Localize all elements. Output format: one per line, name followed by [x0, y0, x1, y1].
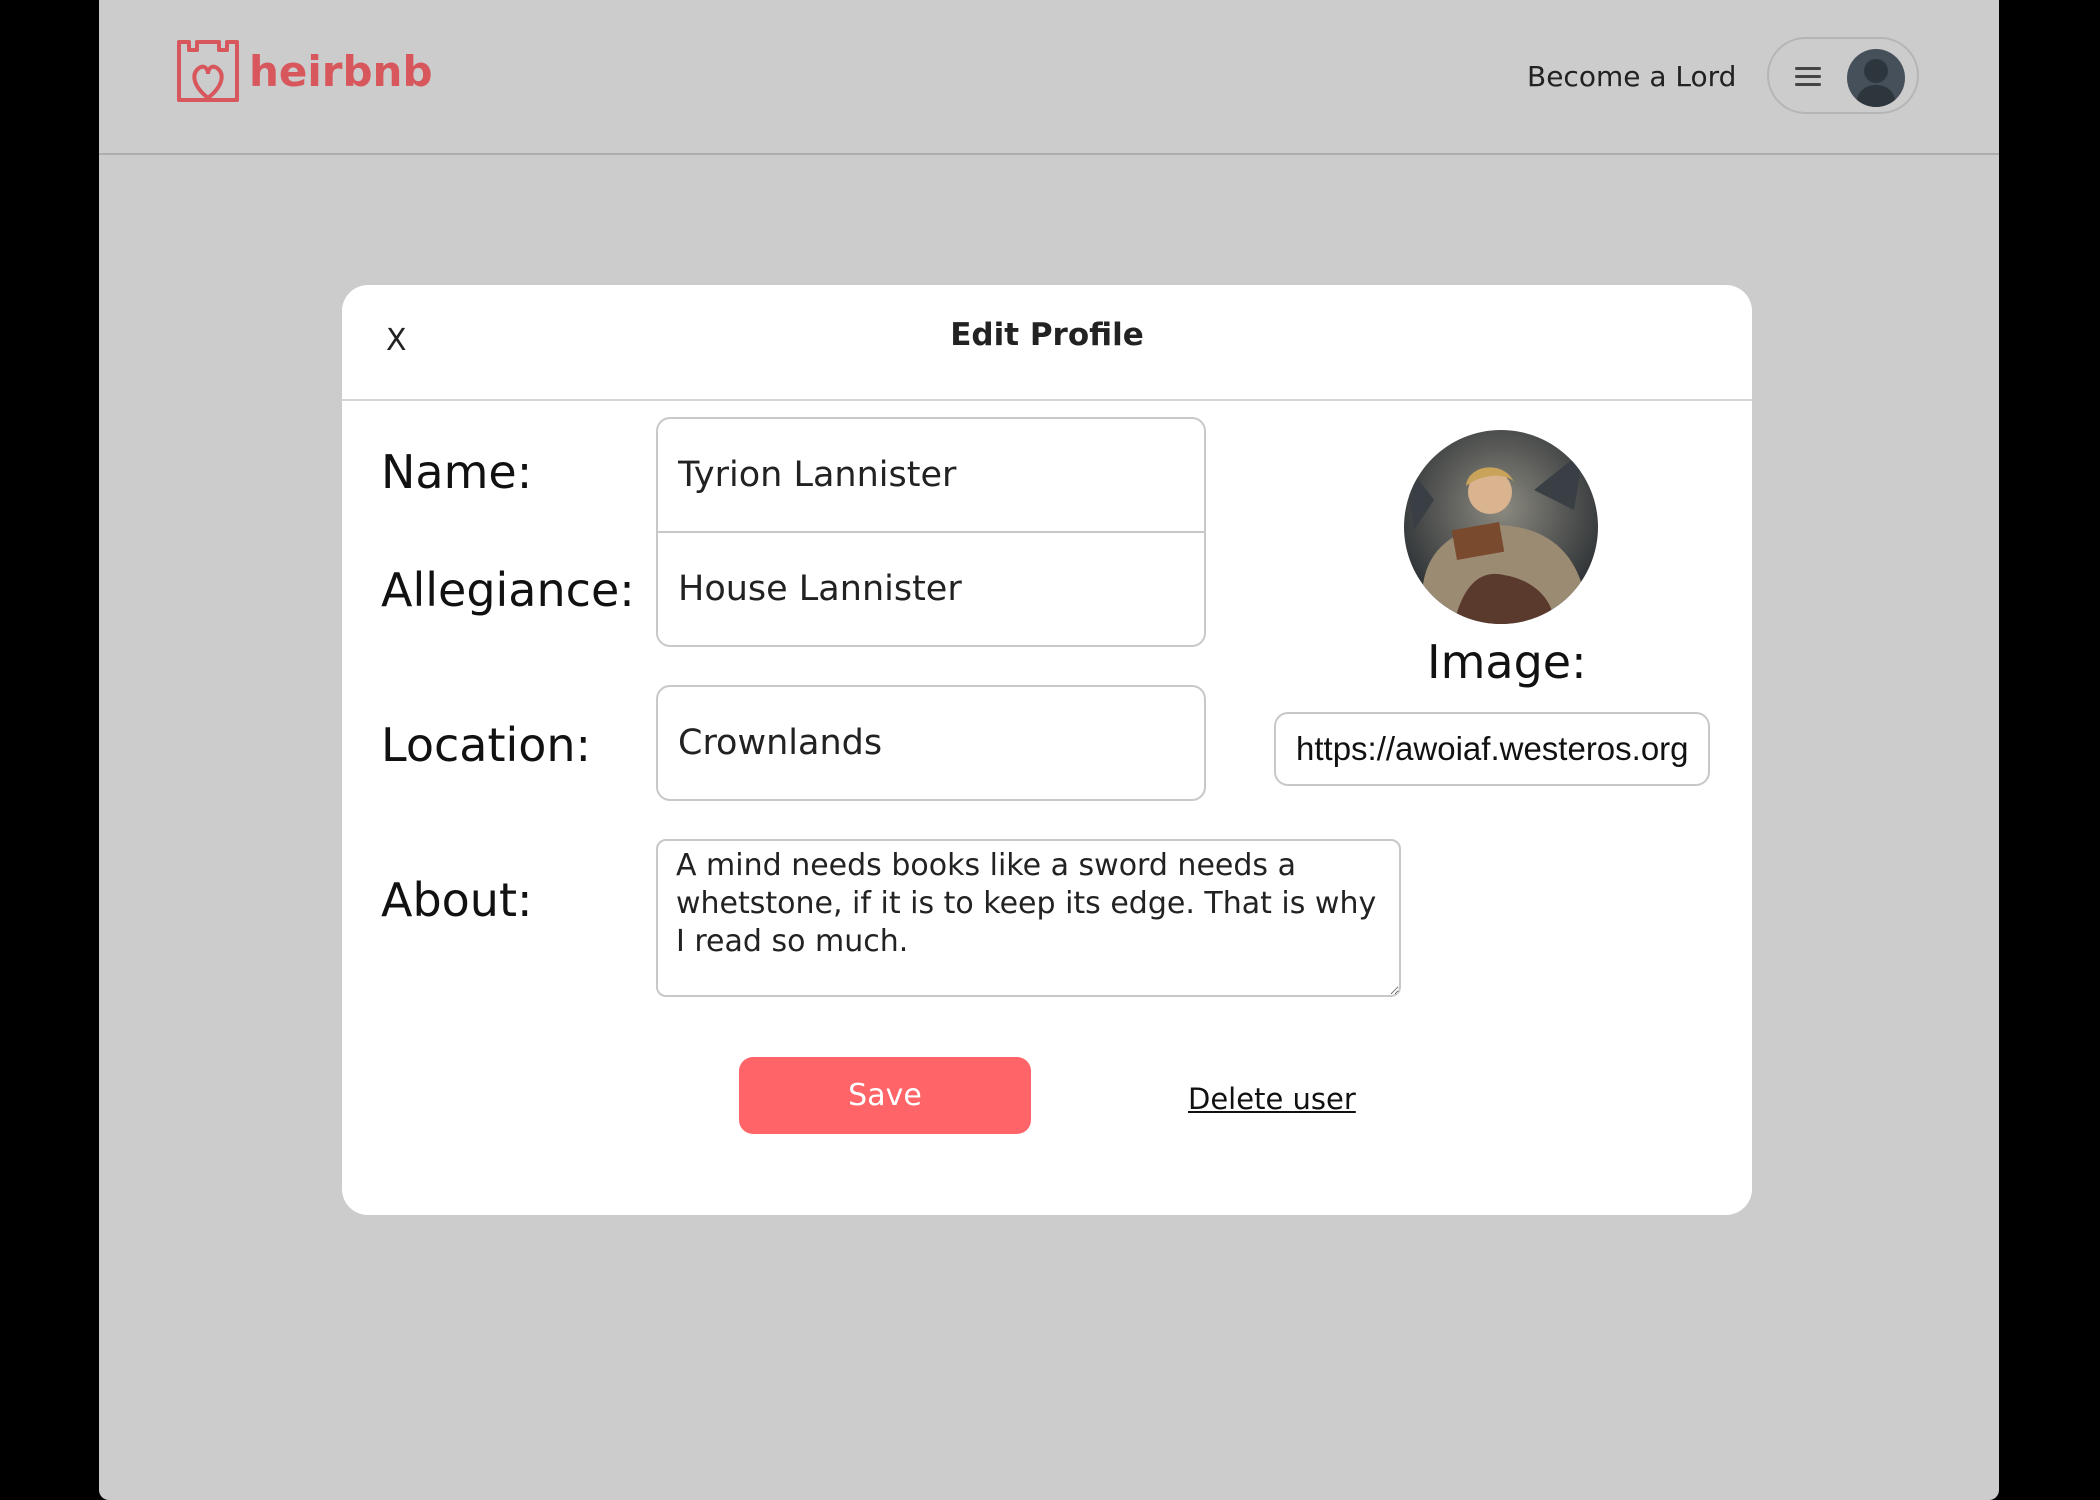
edit-profile-modal: X Edit Profile Name: Allegiance: Locatio… [342, 285, 1752, 1215]
name-label: Name: [381, 445, 533, 499]
image-url-input[interactable] [1274, 712, 1710, 786]
location-label: Location: [381, 718, 592, 772]
modal-title: Edit Profile [950, 317, 1144, 353]
location-input[interactable] [656, 685, 1206, 801]
modal-header: X Edit Profile [342, 285, 1752, 401]
save-button[interactable]: Save [739, 1057, 1031, 1134]
profile-image [1404, 430, 1598, 624]
profile-portrait-icon [1404, 430, 1598, 624]
user-menu-button[interactable] [1767, 37, 1919, 114]
top-nav: heirbnb Become a Lord [99, 0, 1999, 155]
allegiance-label: Allegiance: [381, 563, 635, 617]
hamburger-menu-icon [1795, 67, 1821, 87]
name-input[interactable] [656, 417, 1206, 533]
logo[interactable]: heirbnb [173, 36, 433, 106]
user-silhouette-icon [1855, 59, 1897, 107]
about-label: About: [381, 873, 533, 927]
become-lord-link[interactable]: Become a Lord [1527, 60, 1736, 93]
app-window: heirbnb Become a Lord X Edit Profile Nam… [99, 0, 1999, 1500]
castle-logo-icon [177, 40, 239, 102]
about-textarea[interactable]: A mind needs books like a sword needs a … [656, 839, 1401, 997]
brand-name: heirbnb [249, 46, 433, 96]
image-label: Image: [1427, 635, 1587, 689]
allegiance-input[interactable] [656, 531, 1206, 647]
user-avatar [1847, 49, 1905, 107]
delete-user-link[interactable]: Delete user [1188, 1082, 1356, 1116]
